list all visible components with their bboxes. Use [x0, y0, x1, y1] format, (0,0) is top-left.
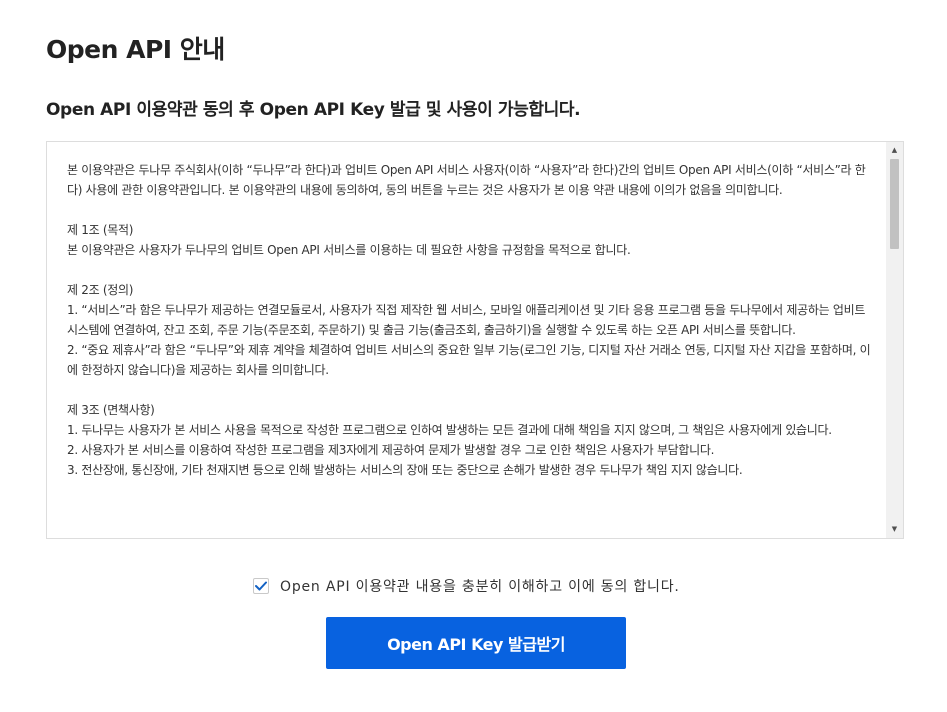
terms-section-1: 제 1조 (목적) 본 이용약관은 사용자가 두나무의 업비트 Open API…: [67, 220, 877, 260]
scroll-thumb[interactable]: [890, 159, 899, 249]
agree-checkbox[interactable]: [253, 578, 269, 594]
section-heading: 제 1조 (목적): [67, 223, 134, 237]
check-icon: [255, 581, 267, 591]
section-heading: 제 2조 (정의): [67, 283, 134, 297]
terms-section-3: 제 3조 (면책사항) 1. 두나무는 사용자가 본 서비스 사용을 목적으로 …: [67, 400, 877, 480]
issue-api-key-button[interactable]: Open API Key 발급받기: [326, 617, 626, 669]
section-paragraph: 본 이용약관은 사용자가 두나무의 업비트 Open API 서비스를 이용하는…: [67, 243, 631, 257]
agree-terms-row[interactable]: Open API 이용약관 내용을 충분히 이해하고 이에 동의 합니다.: [253, 576, 680, 596]
section-paragraph: 2. “중요 제휴사”라 함은 “두나무”와 제휴 계약을 체결하여 업비트 서…: [67, 343, 871, 377]
section-heading: 제 3조 (면책사항): [67, 403, 155, 417]
page-subtitle: Open API 이용약관 동의 후 Open API Key 발급 및 사용이…: [46, 100, 581, 120]
terms-intro: 본 이용약관은 두나무 주식회사(이하 “두나무”라 한다)과 업비트 Open…: [67, 163, 866, 197]
terms-content: 본 이용약관은 두나무 주식회사(이하 “두나무”라 한다)과 업비트 Open…: [67, 160, 877, 538]
terms-box[interactable]: 본 이용약관은 두나무 주식회사(이하 “두나무”라 한다)과 업비트 Open…: [46, 141, 904, 539]
section-paragraph: 1. 두나무는 사용자가 본 서비스 사용을 목적으로 작성한 프로그램으로 인…: [67, 423, 832, 437]
open-api-page: Open API 안내 Open API 이용약관 동의 후 Open API …: [0, 0, 947, 712]
scroll-up-arrow-icon[interactable]: ▲: [886, 142, 903, 159]
terms-section-2: 제 2조 (정의) 1. “서비스”라 함은 두나무가 제공하는 연결모듈로서,…: [67, 280, 877, 380]
terms-scrollbar[interactable]: ▲ ▼: [886, 142, 903, 538]
section-paragraph: 1. “서비스”라 함은 두나무가 제공하는 연결모듈로서, 사용자가 직접 제…: [67, 303, 866, 337]
scroll-down-arrow-icon[interactable]: ▼: [886, 521, 903, 538]
section-paragraph: 3. 전산장애, 통신장애, 기타 천재지변 등으로 인해 발생하는 서비스의 …: [67, 463, 743, 477]
section-paragraph: 2. 사용자가 본 서비스를 이용하여 작성한 프로그램을 제3자에게 제공하여…: [67, 443, 715, 457]
agree-label: Open API 이용약관 내용을 충분히 이해하고 이에 동의 합니다.: [280, 579, 680, 595]
page-title: Open API 안내: [46, 35, 225, 64]
